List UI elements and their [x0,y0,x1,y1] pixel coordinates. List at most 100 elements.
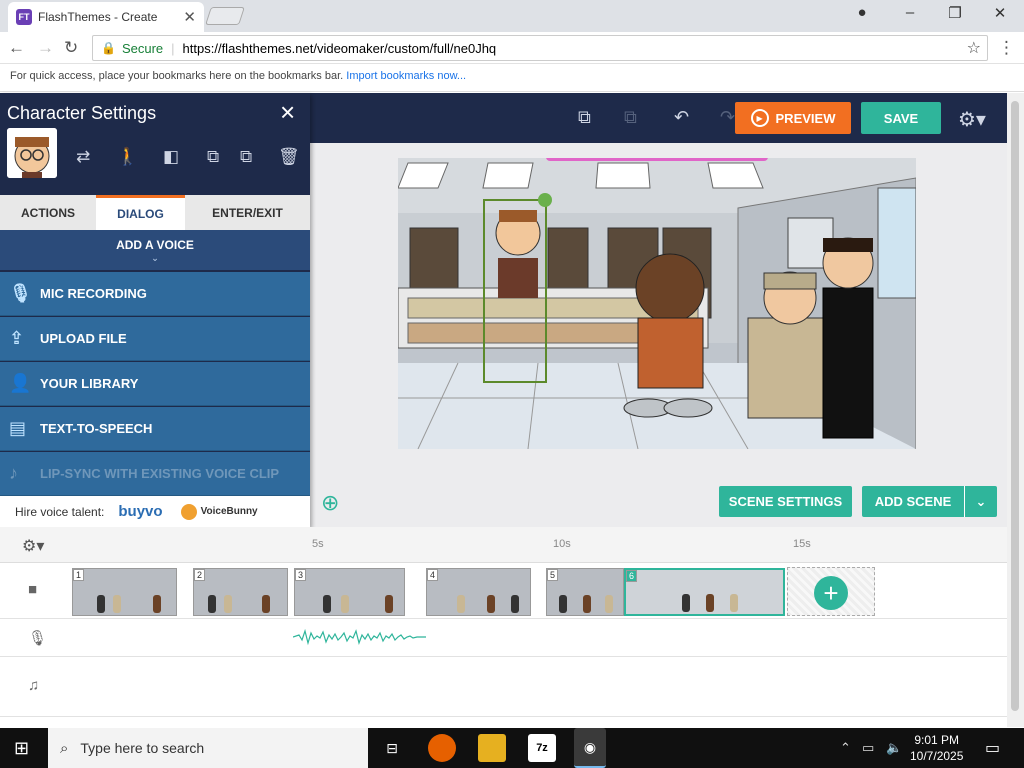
restore-icon[interactable]: ❐ [943,4,967,22]
panel-tabs: ACTIONS DIALOG ENTER/EXIT [0,195,310,230]
close-panel-icon[interactable]: × [280,97,295,128]
chevron-down-icon[interactable]: ⌄ [964,486,997,517]
volume-muted-icon[interactable]: 🔈 [886,740,902,756]
chrome-taskbar-icon[interactable]: ◉ [574,728,606,768]
audio-waveform[interactable] [293,625,426,649]
scene-thumbnail[interactable]: 4 [426,568,531,616]
scene-canvas[interactable] [398,158,916,449]
scene-settings-button[interactable]: SCENE SETTINGS [719,486,852,517]
library-icon: 👤 [9,373,32,393]
vertical-scrollbar[interactable] [1007,93,1024,727]
scene-number: 6 [626,570,638,582]
timeline-settings-gear-icon[interactable]: ⚙▾ [22,536,44,556]
close-window-icon[interactable]: ✕ [988,4,1012,22]
browser-tab-strip: FT FlashThemes - Create ✕ ● – ❐ ✕ [0,0,1024,32]
music-track-row: ♫ [0,657,1007,717]
tray-chevron-icon[interactable]: ⌃ [840,740,851,756]
character-settings-panel: Character Settings × ⇄ 🚶 ◧ ⧉ ⧉ 🗑 ACTIONS… [0,93,310,527]
tab-dialog[interactable]: DIALOG [96,195,185,230]
zoom-in-icon[interactable]: ⊕ [321,490,339,516]
lip-sync-option[interactable]: ♪ LIP-SYNC WITH EXISTING VOICE CLIP [0,452,310,496]
flip-icon[interactable]: ◧ [163,147,179,167]
bunny-icon [180,503,197,520]
preview-button[interactable]: ▶ PREVIEW [735,102,851,134]
notification-icon[interactable]: ▭ [985,738,1000,758]
your-library-option[interactable]: 👤 YOUR LIBRARY [0,362,310,406]
add-voice-label: ADD A VOICE [116,238,194,252]
task-view-icon[interactable]: ⊟ [378,734,406,762]
scene-thumbnail[interactable]: 2 [193,568,288,616]
tick-5s: 5s [312,538,324,550]
address-separator: | [171,40,175,56]
browser-tab[interactable]: FT FlashThemes - Create ✕ [8,2,204,32]
new-tab-button[interactable] [205,7,245,25]
file-explorer-icon[interactable] [478,734,506,762]
mic-recording-label: MIC RECORDING [40,286,147,301]
walk-action-icon[interactable]: 🚶 [117,147,138,167]
preview-label: PREVIEW [775,110,836,126]
taskbar-search-box[interactable]: ⌕ Type here to search [48,728,368,768]
voice-track-row: 🎙 [0,619,1007,657]
timeline-header: ⚙▾ 5s 10s 15s [0,527,1007,563]
your-library-label: YOUR LIBRARY [40,376,139,391]
browser-menu-icon[interactable]: ⋮ [998,38,1015,58]
tab-close-icon[interactable]: ✕ [183,8,196,26]
scene-thumbnail[interactable]: 3 [294,568,405,616]
minimize-icon[interactable]: – [898,4,922,21]
tab-actions[interactable]: ACTIONS [0,195,96,230]
microphone-icon: 🎙 [28,630,48,647]
tick-15s: 15s [793,538,811,550]
paste-icon[interactable]: ⧉ [624,107,637,128]
swap-character-icon[interactable]: ⇄ [76,147,90,167]
loading-bar [546,158,768,161]
add-voice-header: ADD A VOICE ⌄ [0,230,310,270]
scene-number: 3 [295,569,307,581]
scene-thumbnail[interactable]: 1 [72,568,177,616]
taskbar-clock[interactable]: 9:01 PM 10/7/2025 [910,732,963,764]
upload-file-option[interactable]: ⇪ UPLOAD FILE [0,317,310,361]
scrollbar-thumb[interactable] [1011,101,1019,711]
7zip-icon[interactable]: 7z [528,734,556,762]
windows-taskbar: ⊞ ⌕ Type here to search ⊟ 7z ◉ ⌃ ▭ 🔈 9:0… [0,728,1024,768]
lipsync-icon: ♪ [9,463,18,483]
lip-sync-label: LIP-SYNC WITH EXISTING VOICE CLIP [40,466,280,481]
clock-time: 9:01 PM [914,733,960,747]
search-placeholder: Type here to search [80,740,205,756]
add-scene-slot[interactable]: + [787,567,875,616]
voicebunny-logo[interactable]: VoiceBunny [180,503,258,520]
copy-character-icon[interactable]: ⧉ [207,147,219,167]
microphone-icon: 🎙 [9,283,32,303]
character-avatar[interactable] [7,128,57,178]
forward-icon[interactable]: → [37,38,54,58]
bookmark-star-icon[interactable]: ☆ [967,38,981,58]
tab-enter-exit[interactable]: ENTER/EXIT [185,195,310,230]
back-icon[interactable]: ← [8,38,25,58]
scene-thumbnail[interactable]: 5 [546,568,624,616]
paste-character-icon[interactable]: ⧉ [240,147,252,167]
chevron-down-icon: ⌄ [151,253,159,263]
bookmarks-hint: For quick access, place your bookmarks h… [10,70,344,82]
address-bar[interactable]: 🔒 Secure | https://flashthemes.net/video… [92,35,988,61]
add-scene-button[interactable]: ADD SCENE ⌄ [862,486,997,517]
redo-icon[interactable]: ↷ [720,107,735,128]
undo-icon[interactable]: ↶ [674,107,689,128]
scene-thumbnail-selected[interactable]: 6 [624,568,785,616]
profile-icon[interactable]: ● [850,4,874,21]
windows-start-icon[interactable]: ⊞ [14,738,29,759]
firefox-icon[interactable] [428,734,456,762]
delete-character-icon[interactable]: 🗑 [278,147,300,167]
flashthemes-favicon-icon: FT [16,9,32,25]
save-button[interactable]: SAVE [861,102,941,134]
text-to-speech-option[interactable]: ▤ TEXT-TO-SPEECH [0,407,310,451]
hire-label: Hire voice talent: [15,504,105,519]
timeline: ⚙▾ 5s 10s 15s ■ 🎙 ♫ 1 2 3 4 5 6 [0,527,1007,727]
play-icon: ▶ [750,109,769,127]
reload-icon[interactable]: ↻ [64,38,78,58]
buyvo-logo[interactable]: buyvo [118,503,162,520]
import-bookmarks-link[interactable]: Import bookmarks now... [346,70,466,82]
copy-icon[interactable]: ⧉ [578,107,591,128]
mic-recording-option[interactable]: 🎙 MIC RECORDING [0,272,310,316]
network-icon[interactable]: ▭ [862,740,874,756]
settings-gear-icon[interactable]: ⚙▾ [958,107,986,132]
music-note-icon: ♫ [28,677,40,694]
